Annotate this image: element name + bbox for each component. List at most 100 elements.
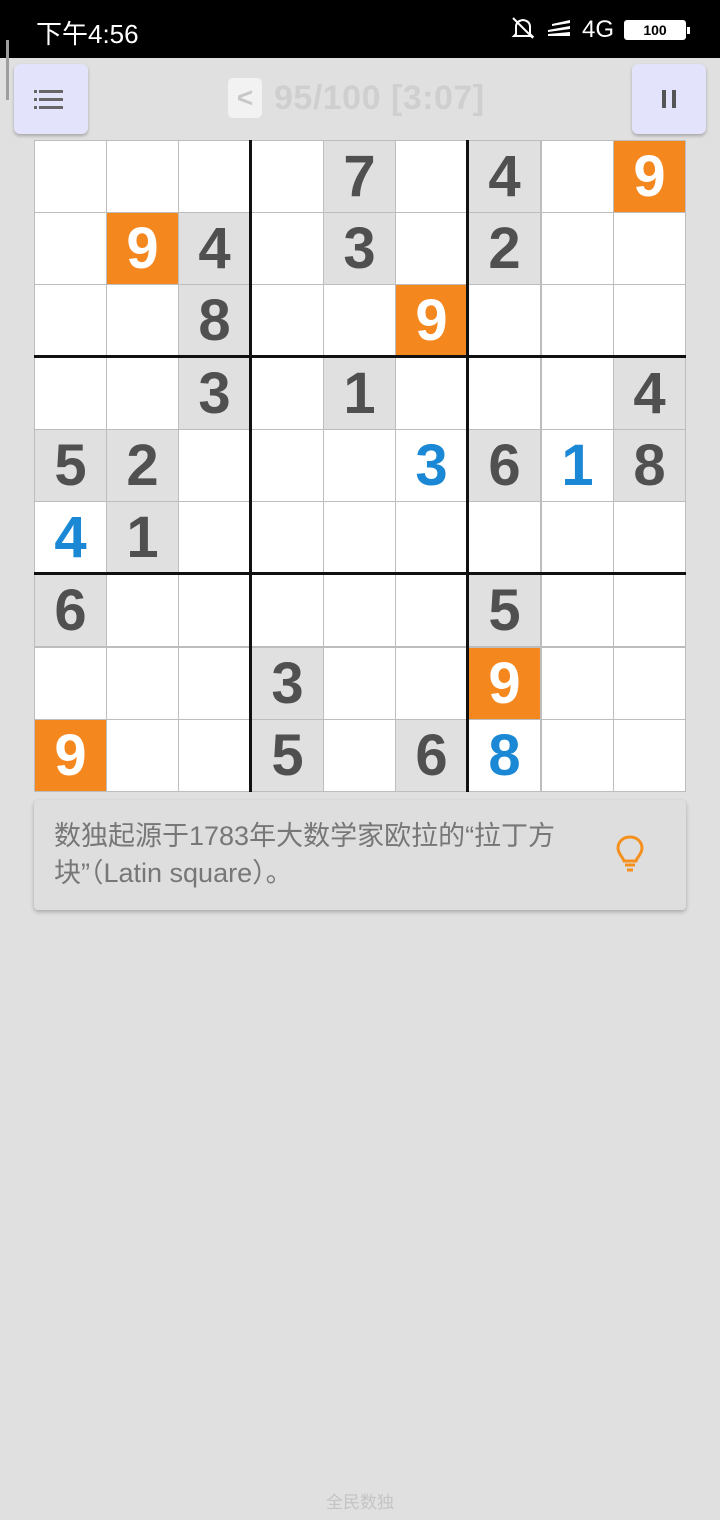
sudoku-cell[interactable]	[469, 502, 540, 573]
sudoku-cell[interactable]	[35, 648, 106, 719]
sudoku-cell[interactable]	[324, 575, 395, 646]
sudoku-cell[interactable]: 8	[179, 285, 250, 356]
sudoku-cell[interactable]	[396, 358, 467, 429]
sudoku-cell[interactable]	[324, 648, 395, 719]
sudoku-cell[interactable]	[35, 213, 106, 284]
sudoku-cell[interactable]	[469, 285, 540, 356]
sudoku-cell[interactable]: 1	[324, 358, 395, 429]
sudoku-cell[interactable]: 4	[35, 502, 106, 573]
sudoku-cell[interactable]: 3	[324, 213, 395, 284]
sudoku-cell[interactable]	[107, 285, 178, 356]
lightbulb-icon[interactable]	[614, 834, 646, 879]
box-divider-horizontal	[34, 355, 686, 358]
status-bar: 下午4:56 4G 100	[0, 0, 720, 58]
sudoku-cell[interactable]	[35, 358, 106, 429]
sudoku-cell[interactable]	[252, 141, 323, 212]
sudoku-cell[interactable]	[542, 213, 613, 284]
sudoku-cell[interactable]	[179, 141, 250, 212]
tip-card: 数独起源于1783年大数学家欧拉的“拉丁方块”（Latin square）。	[34, 800, 686, 910]
sudoku-cell[interactable]: 9	[107, 213, 178, 284]
sudoku-cell[interactable]	[35, 141, 106, 212]
sudoku-cell[interactable]: 2	[107, 430, 178, 501]
sudoku-cell[interactable]	[179, 720, 250, 791]
sudoku-cell[interactable]: 5	[35, 430, 106, 501]
sudoku-cell[interactable]: 9	[35, 720, 106, 791]
sudoku-cell[interactable]: 5	[469, 575, 540, 646]
sudoku-cell[interactable]: 9	[469, 648, 540, 719]
sudoku-cell[interactable]	[396, 502, 467, 573]
pause-button[interactable]	[632, 64, 706, 134]
signal-icon	[546, 18, 572, 43]
sudoku-cell[interactable]	[252, 358, 323, 429]
toolbar: < 95/100 [3:07]	[0, 58, 720, 142]
battery-icon: 100	[624, 20, 690, 40]
sudoku-cell[interactable]: 4	[469, 141, 540, 212]
box-divider-vertical	[249, 140, 252, 792]
sudoku-cell[interactable]	[107, 575, 178, 646]
sudoku-cell[interactable]: 9	[396, 285, 467, 356]
sudoku-cell[interactable]	[35, 285, 106, 356]
sudoku-cell[interactable]	[324, 285, 395, 356]
sudoku-cell[interactable]: 9	[614, 141, 685, 212]
box-divider-vertical	[466, 140, 469, 792]
sudoku-cell[interactable]	[396, 575, 467, 646]
sudoku-cell[interactable]	[179, 648, 250, 719]
tip-text: 数独起源于1783年大数学家欧拉的“拉丁方块”（Latin square）。	[54, 821, 556, 888]
sudoku-cell[interactable]: 8	[614, 430, 685, 501]
pause-icon	[662, 90, 676, 108]
sudoku-cell[interactable]	[324, 502, 395, 573]
menu-button[interactable]	[14, 64, 88, 134]
sudoku-cell[interactable]	[396, 141, 467, 212]
level-header: < 95/100 [3:07]	[228, 76, 485, 120]
sudoku-board: 7499432893145236184165399568	[34, 140, 686, 792]
sudoku-cell[interactable]: 5	[252, 720, 323, 791]
sudoku-cell[interactable]	[252, 213, 323, 284]
sudoku-cell[interactable]	[469, 358, 540, 429]
sudoku-cell[interactable]: 6	[469, 430, 540, 501]
level-progress-timer: 95/100 [3:07]	[274, 78, 485, 117]
sudoku-cell[interactable]: 4	[614, 358, 685, 429]
sudoku-cell[interactable]	[542, 358, 613, 429]
sudoku-cell[interactable]	[252, 285, 323, 356]
sudoku-cell[interactable]	[542, 502, 613, 573]
sudoku-cell[interactable]	[542, 648, 613, 719]
sudoku-cell[interactable]: 2	[469, 213, 540, 284]
sudoku-cell[interactable]: 6	[35, 575, 106, 646]
sudoku-cell[interactable]	[179, 575, 250, 646]
battery-level: 100	[643, 22, 667, 38]
sudoku-cell[interactable]	[542, 285, 613, 356]
sudoku-cell[interactable]: 6	[396, 720, 467, 791]
sudoku-cell[interactable]	[396, 213, 467, 284]
sudoku-cell[interactable]	[614, 213, 685, 284]
sudoku-cell[interactable]	[614, 575, 685, 646]
status-time: 下午4:56	[36, 19, 139, 49]
sudoku-cell[interactable]	[614, 720, 685, 791]
sudoku-cell[interactable]	[252, 575, 323, 646]
sudoku-cell[interactable]	[542, 575, 613, 646]
sudoku-cell[interactable]: 1	[542, 430, 613, 501]
sudoku-cell[interactable]	[107, 141, 178, 212]
sudoku-cell[interactable]	[107, 358, 178, 429]
sudoku-cell[interactable]: 8	[469, 720, 540, 791]
sudoku-cell[interactable]	[614, 285, 685, 356]
sudoku-cell[interactable]	[179, 430, 250, 501]
sudoku-cell[interactable]: 4	[179, 213, 250, 284]
back-button[interactable]: <	[228, 78, 262, 118]
sudoku-cell[interactable]: 3	[396, 430, 467, 501]
sudoku-cell[interactable]	[614, 502, 685, 573]
sudoku-cell[interactable]	[179, 502, 250, 573]
sudoku-cell[interactable]	[252, 430, 323, 501]
sudoku-cell[interactable]: 3	[179, 358, 250, 429]
sudoku-cell[interactable]	[614, 648, 685, 719]
sudoku-cell[interactable]: 7	[324, 141, 395, 212]
sudoku-cell[interactable]	[324, 720, 395, 791]
sudoku-cell[interactable]	[252, 502, 323, 573]
sudoku-cell[interactable]	[542, 141, 613, 212]
sudoku-cell[interactable]	[396, 648, 467, 719]
sudoku-cell[interactable]	[107, 648, 178, 719]
sudoku-cell[interactable]	[324, 430, 395, 501]
sudoku-cell[interactable]: 1	[107, 502, 178, 573]
sudoku-cell[interactable]	[542, 720, 613, 791]
sudoku-cell[interactable]	[107, 720, 178, 791]
sudoku-cell[interactable]: 3	[252, 648, 323, 719]
